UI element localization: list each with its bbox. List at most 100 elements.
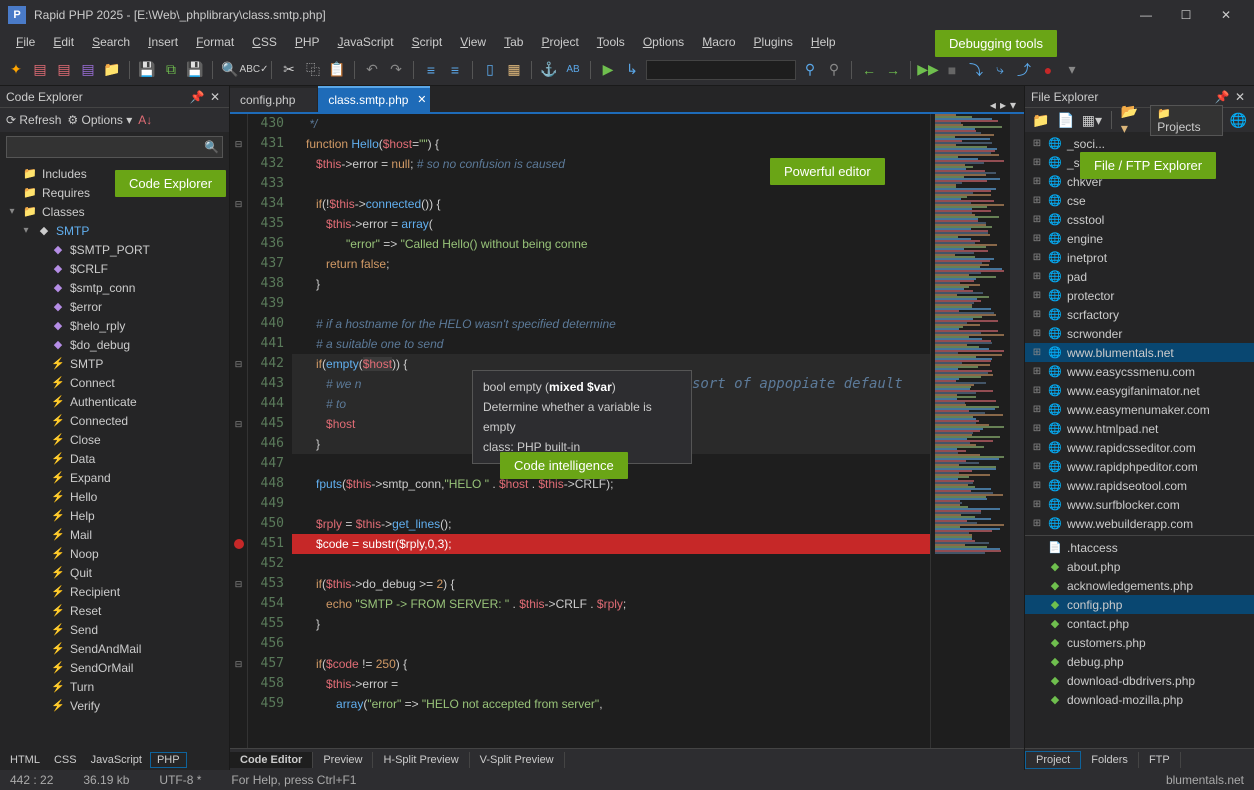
redo-icon[interactable]: ↷ bbox=[386, 60, 406, 80]
step-out-icon[interactable]: ⤴ bbox=[1014, 60, 1034, 80]
library-icon[interactable]: ▯ bbox=[480, 60, 500, 80]
open-folder-icon[interactable]: 📁 bbox=[102, 60, 122, 80]
refresh-button[interactable]: ⟳ Refresh bbox=[6, 113, 61, 127]
menu-javascript[interactable]: JavaScript bbox=[330, 33, 402, 51]
site-item[interactable]: ⊞🌐www.easygifanimator.net bbox=[1025, 381, 1254, 400]
site-item[interactable]: ⊞🌐_st... bbox=[1025, 153, 1254, 172]
tree-method[interactable]: ⚡Noop bbox=[0, 544, 229, 563]
globe-icon[interactable]: 🌐 bbox=[1229, 110, 1248, 130]
menu-macro[interactable]: Macro bbox=[694, 33, 743, 51]
tab-next-icon[interactable]: ▸ bbox=[1000, 98, 1006, 112]
close-button[interactable]: ✕ bbox=[1206, 0, 1246, 30]
findnext-icon[interactable]: ⚲ bbox=[824, 60, 844, 80]
menu-php[interactable]: PHP bbox=[287, 33, 328, 51]
file-tab-folders[interactable]: Folders bbox=[1081, 752, 1139, 768]
new-file-icon[interactable]: ✦ bbox=[6, 60, 26, 80]
menu-options[interactable]: Options bbox=[635, 33, 692, 51]
folder-up-icon[interactable]: 📂▾ bbox=[1121, 110, 1140, 130]
tree-folder-classes[interactable]: ▾📁Classes bbox=[0, 202, 229, 221]
view-tab-code-editor[interactable]: Code Editor bbox=[230, 752, 313, 768]
tree-var[interactable]: ◆$do_debug bbox=[0, 335, 229, 354]
pin-icon[interactable]: 📌 bbox=[189, 89, 205, 105]
search-icon[interactable]: 🔍 bbox=[204, 140, 219, 154]
new-folder-icon[interactable]: 📁 bbox=[1031, 110, 1050, 130]
site-item[interactable]: ⊞🌐www.surfblocker.com bbox=[1025, 495, 1254, 514]
tree-method[interactable]: ⚡Quit bbox=[0, 563, 229, 582]
tree-method[interactable]: ⚡SendAndMail bbox=[0, 639, 229, 658]
options-button[interactable]: ⚙ Options ▾ bbox=[67, 113, 132, 127]
tree-method[interactable]: ⚡Verify bbox=[0, 696, 229, 715]
file-item[interactable]: ◆debug.php bbox=[1025, 652, 1254, 671]
site-item[interactable]: ⊞🌐pad bbox=[1025, 267, 1254, 286]
paste-icon[interactable]: 📋 bbox=[327, 60, 347, 80]
site-item[interactable]: ⊞🌐www.easycssmenu.com bbox=[1025, 362, 1254, 381]
menu-help[interactable]: Help bbox=[803, 33, 844, 51]
tree-method[interactable]: ⚡Authenticate bbox=[0, 392, 229, 411]
tree-method[interactable]: ⚡Help bbox=[0, 506, 229, 525]
lang-tab-html[interactable]: HTML bbox=[4, 753, 46, 767]
site-item[interactable]: ⊞🌐engine bbox=[1025, 229, 1254, 248]
tree-method[interactable]: ⚡SendOrMail bbox=[0, 658, 229, 677]
undo-icon[interactable]: ↶ bbox=[362, 60, 382, 80]
lang-tab-javascript[interactable]: JavaScript bbox=[85, 753, 148, 767]
minimap[interactable] bbox=[930, 114, 1010, 748]
debug-stop-icon[interactable]: ■ bbox=[942, 60, 962, 80]
nav-fwd-icon[interactable]: → bbox=[883, 60, 903, 80]
site-item[interactable]: ⊞🌐www.blumentals.net bbox=[1025, 343, 1254, 362]
spellcheck-icon[interactable]: ABC✓ bbox=[244, 60, 264, 80]
site-item[interactable]: ⊞🌐protector bbox=[1025, 286, 1254, 305]
menu-tab[interactable]: Tab bbox=[496, 33, 531, 51]
search-icon[interactable]: 🔍 bbox=[220, 60, 240, 80]
maximize-button[interactable]: ☐ bbox=[1166, 0, 1206, 30]
tree-class-smtp[interactable]: ▾◆SMTP bbox=[0, 221, 229, 240]
file-item[interactable]: ◆config.php bbox=[1025, 595, 1254, 614]
run-icon[interactable]: ▶ bbox=[598, 60, 618, 80]
new-css-icon[interactable]: ▤ bbox=[54, 60, 74, 80]
new-html-icon[interactable]: ▤ bbox=[30, 60, 50, 80]
tree-method[interactable]: ⚡Recipient bbox=[0, 582, 229, 601]
step-over-icon[interactable]: ⤵ bbox=[966, 60, 986, 80]
file-item[interactable]: ◆acknowledgements.php bbox=[1025, 576, 1254, 595]
tree-method[interactable]: ⚡Send bbox=[0, 620, 229, 639]
lang-tab-php[interactable]: PHP bbox=[150, 752, 187, 768]
menu-search[interactable]: Search bbox=[84, 33, 138, 51]
copy-icon[interactable]: ⿻ bbox=[303, 60, 323, 80]
step-into-icon[interactable]: ⤷ bbox=[990, 60, 1010, 80]
debug-run-icon[interactable]: ▶▶ bbox=[918, 60, 938, 80]
code-explorer-search-input[interactable] bbox=[6, 136, 223, 158]
snippet-icon[interactable]: ▦ bbox=[504, 60, 524, 80]
menu-tools[interactable]: Tools bbox=[589, 33, 633, 51]
tree-folder-requires[interactable]: 📁Requires bbox=[0, 183, 229, 202]
save-as-icon[interactable]: 💾 bbox=[185, 60, 205, 80]
code-explorer-tree[interactable]: 📁Includes📁Requires▾📁Classes▾◆SMTP◆$SMTP_… bbox=[0, 162, 229, 750]
tree-method[interactable]: ⚡Reset bbox=[0, 601, 229, 620]
file-explorer-tree[interactable]: ⊞🌐_soci...⊞🌐_st...⊞🌐chkver⊞🌐cse⊞🌐csstool… bbox=[1025, 132, 1254, 748]
file-item[interactable]: ◆download-mozilla.php bbox=[1025, 690, 1254, 709]
lang-tab-css[interactable]: CSS bbox=[48, 753, 83, 767]
tree-var[interactable]: ◆$SMTP_PORT bbox=[0, 240, 229, 259]
anchor-icon[interactable]: ⚓ bbox=[539, 60, 559, 80]
tab-menu-icon[interactable]: ▾ bbox=[1010, 98, 1016, 112]
site-item[interactable]: ⊞🌐www.rapidphpeditor.com bbox=[1025, 457, 1254, 476]
outdent-icon[interactable]: ≡ bbox=[445, 60, 465, 80]
tree-var[interactable]: ◆$smtp_conn bbox=[0, 278, 229, 297]
menu-view[interactable]: View bbox=[452, 33, 494, 51]
tree-var[interactable]: ◆$helo_rply bbox=[0, 316, 229, 335]
tree-method[interactable]: ⚡SMTP bbox=[0, 354, 229, 373]
panel-close-icon[interactable]: ✕ bbox=[207, 89, 223, 105]
save-icon[interactable]: 💾 bbox=[137, 60, 157, 80]
file-tab-ftp[interactable]: FTP bbox=[1139, 752, 1181, 768]
tree-method[interactable]: ⚡Connect bbox=[0, 373, 229, 392]
site-item[interactable]: ⊞🌐cse bbox=[1025, 191, 1254, 210]
code-editor[interactable]: */ function Hello($host="") { $this->err… bbox=[292, 114, 930, 748]
highlight-icon[interactable]: AB bbox=[563, 60, 583, 80]
view-tab-h-split-preview[interactable]: H-Split Preview bbox=[373, 752, 469, 768]
site-item[interactable]: ⊞🌐www.webuilderapp.com bbox=[1025, 514, 1254, 533]
tree-folder-includes[interactable]: 📁Includes bbox=[0, 164, 229, 183]
save-all-icon[interactable]: ⧉ bbox=[161, 60, 181, 80]
tab-close-icon[interactable]: ✕ bbox=[417, 93, 426, 106]
site-item[interactable]: ⊞🌐www.easymenumaker.com bbox=[1025, 400, 1254, 419]
site-item[interactable]: ⊞🌐inetprot bbox=[1025, 248, 1254, 267]
tree-method[interactable]: ⚡Hello bbox=[0, 487, 229, 506]
breakpoint-marker[interactable] bbox=[234, 539, 244, 549]
